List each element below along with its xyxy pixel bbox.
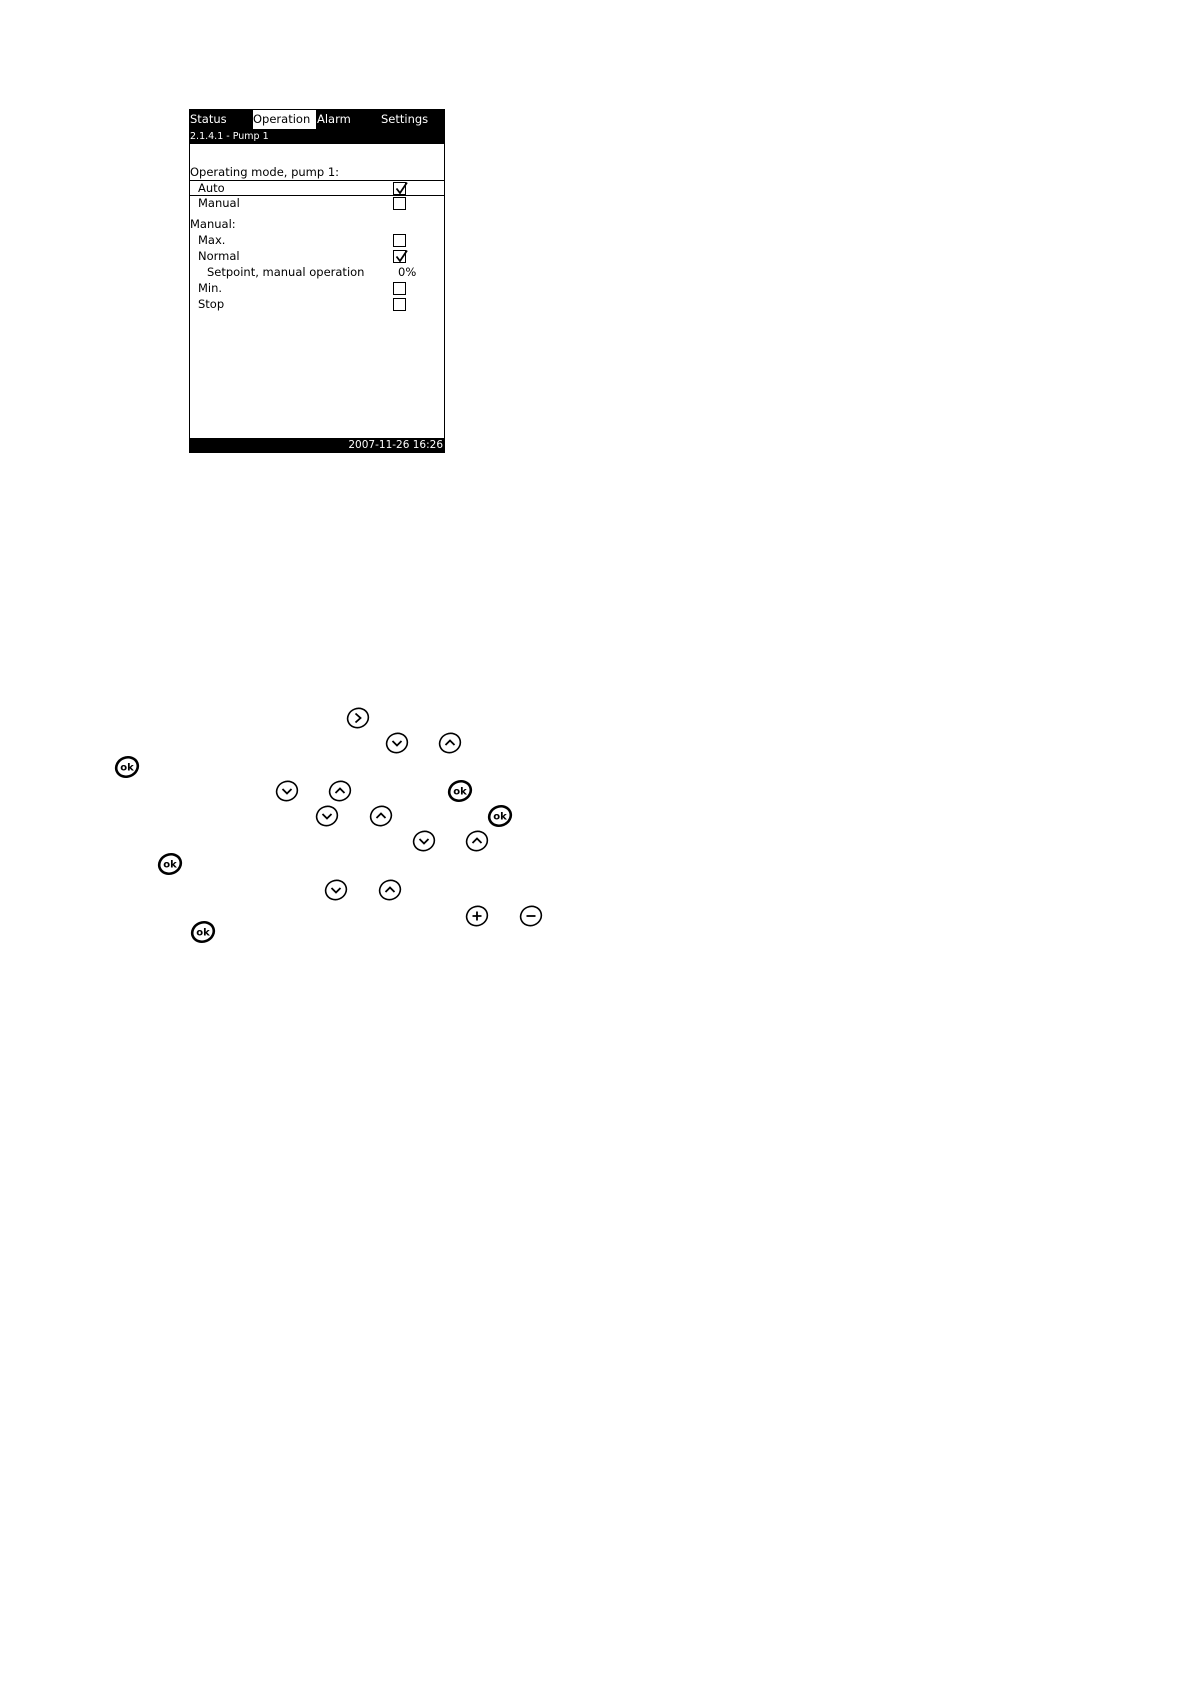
lcd-display: Status Operation Alarm Settings 2.1.4.1 … <box>189 109 445 453</box>
manual-row-stop[interactable]: Stop <box>190 297 444 313</box>
breadcrumb: 2.1.4.1 - Pump 1 <box>190 129 444 144</box>
down-arrow-key-icon <box>314 804 340 828</box>
tab-status[interactable]: Status <box>190 110 252 129</box>
mode-label: Manual <box>198 196 240 210</box>
max-checkbox[interactable] <box>393 234 406 247</box>
normal-checkbox[interactable] <box>393 250 408 263</box>
tab-operation[interactable]: Operation <box>253 110 316 129</box>
svg-text:ok: ok <box>493 812 507 823</box>
min-checkbox[interactable] <box>393 282 406 295</box>
manual-row-max[interactable]: Max. <box>190 233 444 249</box>
mode-row-auto[interactable]: Auto <box>190 180 444 196</box>
manual-checkbox[interactable] <box>393 197 406 210</box>
option-label: Setpoint, manual operation <box>207 265 365 279</box>
down-arrow-key-icon <box>384 731 410 755</box>
svg-text:ok: ok <box>453 787 467 798</box>
down-arrow-key-icon <box>411 829 437 853</box>
manual-heading: Manual: <box>190 217 236 231</box>
mode-label: Auto <box>198 181 225 195</box>
option-label: Max. <box>198 233 226 247</box>
manual-row-min[interactable]: Min. <box>190 281 444 297</box>
tab-settings[interactable]: Settings <box>381 110 444 129</box>
manual-row-setpoint[interactable]: Setpoint, manual operation 0% <box>190 265 444 281</box>
up-arrow-key-icon <box>377 878 403 902</box>
option-label: Stop <box>198 297 225 311</box>
ok-key-icon: ok <box>447 779 473 803</box>
svg-text:ok: ok <box>196 928 210 939</box>
setpoint-value[interactable]: 0% <box>398 266 416 279</box>
manual-row-normal[interactable]: Normal <box>190 249 444 265</box>
up-arrow-key-icon <box>437 731 463 755</box>
tab-alarm[interactable]: Alarm <box>317 110 377 129</box>
svg-text:ok: ok <box>163 860 177 871</box>
stop-checkbox[interactable] <box>393 298 406 311</box>
ok-key-icon: ok <box>157 852 183 876</box>
auto-checkbox[interactable] <box>393 182 408 195</box>
up-arrow-key-icon <box>368 804 394 828</box>
up-arrow-key-icon <box>464 829 490 853</box>
up-arrow-key-icon <box>327 779 353 803</box>
down-arrow-key-icon <box>274 779 300 803</box>
minus-key-icon <box>518 904 544 928</box>
plus-key-icon <box>464 904 490 928</box>
operating-mode-heading: Operating mode, pump 1: <box>190 165 340 179</box>
right-arrow-key-icon <box>345 706 371 730</box>
mode-row-manual[interactable]: Manual <box>190 196 444 212</box>
status-bar-datetime: 2007-11-26 16:26 <box>190 438 444 452</box>
ok-key-icon: ok <box>114 755 140 779</box>
tab-bar: Status Operation Alarm Settings <box>190 110 444 129</box>
down-arrow-key-icon <box>323 878 349 902</box>
option-label: Min. <box>198 281 223 295</box>
svg-text:ok: ok <box>120 763 134 774</box>
ok-key-icon: ok <box>487 804 513 828</box>
option-label: Normal <box>198 249 240 263</box>
ok-key-icon: ok <box>190 920 216 944</box>
